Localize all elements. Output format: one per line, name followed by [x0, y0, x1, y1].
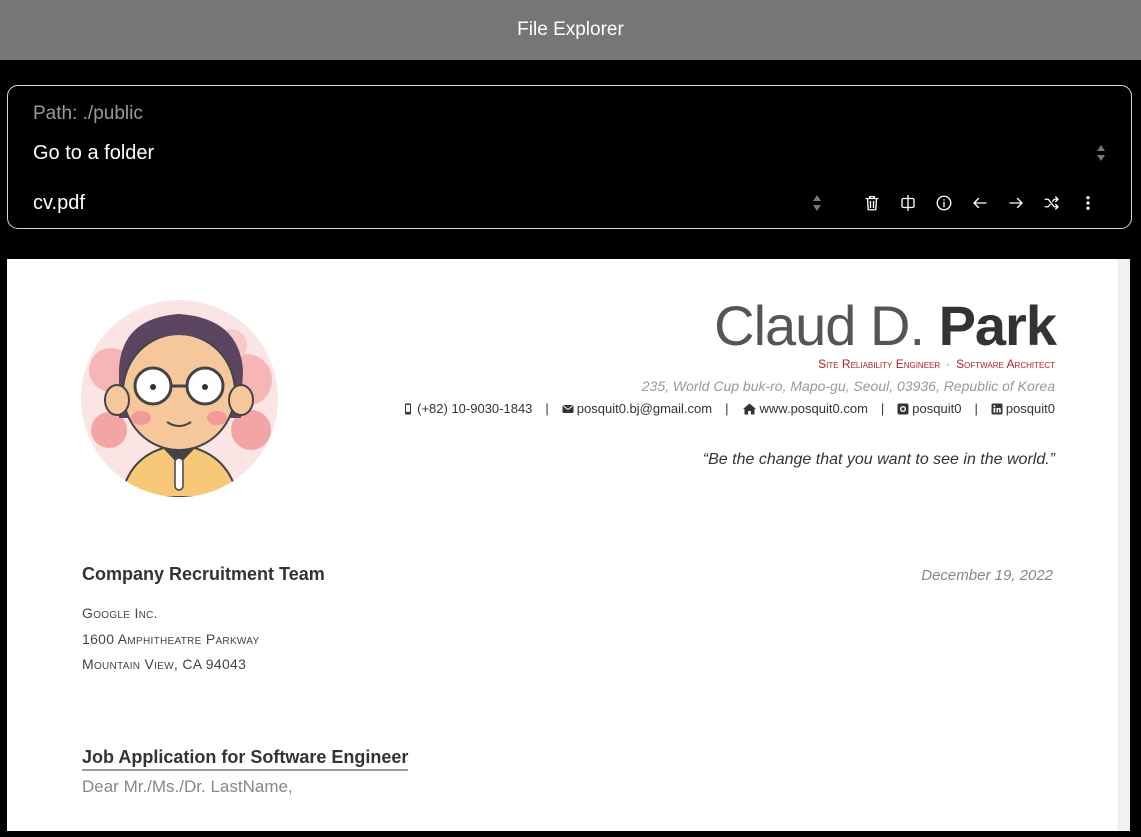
- resume-roles: Site Reliability Engineer · Software Archi…: [818, 357, 1055, 371]
- profile-avatar: [81, 300, 278, 497]
- file-toolbar: [854, 186, 1106, 220]
- letter-greeting: Dear Mr./Ms./Dr. LastName,: [82, 777, 293, 796]
- contact-separator: |: [725, 401, 729, 416]
- split-view-icon: [901, 194, 915, 212]
- contact-separator: |: [880, 401, 885, 416]
- name-first: Claud D.: [714, 294, 939, 357]
- contact-website-text: www.posquit0.com: [759, 401, 868, 416]
- letter-date: December 19, 2022: [921, 567, 1053, 584]
- delete-button[interactable]: [854, 186, 890, 220]
- contact-phone: (+82) 10-9030-1843: [402, 401, 532, 416]
- contact-github[interactable]: posquit0: [897, 401, 961, 416]
- contact-website[interactable]: www.posquit0.com: [742, 401, 868, 416]
- mobile-phone-icon: [405, 403, 412, 414]
- contact-phone-text: (+82) 10-9030-1843: [417, 401, 533, 416]
- resume-name: Claud D. Park: [714, 293, 1057, 358]
- letter-subject: Job Application for Software Engineer: [82, 747, 409, 771]
- contact-email-text: posquit0.bj@gmail.com: [576, 401, 713, 416]
- more-vertical-icon: [1086, 196, 1090, 210]
- recipient-address-line: Google Inc.: [82, 605, 158, 621]
- split-view-button[interactable]: [890, 186, 926, 220]
- github-icon: [897, 403, 909, 414]
- recipient-address-line: 1600 Amphitheatre Parkway: [82, 631, 260, 647]
- letter-recipient: Company Recruitment Team: [82, 564, 325, 584]
- next-button[interactable]: [998, 186, 1034, 220]
- info-button[interactable]: [926, 186, 962, 220]
- viewer-scrollbar[interactable]: [1118, 259, 1130, 831]
- envelope-icon: [562, 404, 574, 413]
- contact-separator: |: [545, 401, 549, 416]
- window-title: File Explorer: [517, 19, 624, 40]
- file-select-row: cv.pdf: [33, 186, 1106, 220]
- previous-button[interactable]: [962, 186, 998, 220]
- contact-linkedin[interactable]: posquit0: [991, 401, 1055, 416]
- shuffle-button[interactable]: [1034, 186, 1070, 220]
- select-arrows-icon[interactable]: [813, 195, 822, 211]
- resume-contacts: (+82) 10-9030-1843 | posquit0.bj@gmail.c…: [402, 401, 1055, 416]
- folder-select[interactable]: Go to a folder: [33, 136, 1106, 170]
- window-titlebar: File Explorer: [0, 0, 1141, 60]
- arrow-left-icon: [973, 197, 987, 209]
- select-arrows-icon: [1097, 145, 1106, 161]
- role-primary: Site Reliability Engineer: [818, 357, 941, 371]
- linkedin-icon: [991, 403, 1003, 414]
- arrow-right-icon: [1009, 197, 1023, 209]
- explorer-panel: Path: ./public Go to a folder cv.pdf: [7, 85, 1132, 229]
- path-label: Path: ./public: [33, 103, 143, 124]
- home-icon: [742, 403, 756, 414]
- contact-email[interactable]: posquit0.bj@gmail.com: [562, 401, 712, 416]
- folder-select-value: Go to a folder: [33, 141, 155, 164]
- name-last: Park: [938, 294, 1057, 357]
- role-secondary: Software Architect: [956, 357, 1055, 371]
- resume-quote: “Be the change that you want to see in t…: [702, 451, 1055, 468]
- pdf-viewer[interactable]: Claud D. Park Site Reliability Engineer ·…: [7, 259, 1130, 831]
- contact-linkedin-text: posquit0: [1005, 401, 1055, 416]
- info-icon: [936, 195, 952, 211]
- contact-separator: |: [974, 401, 978, 416]
- trash-icon: [865, 195, 879, 211]
- contact-github-text: posquit0: [912, 401, 962, 416]
- role-separator: ·: [946, 357, 951, 371]
- more-options-button[interactable]: [1070, 186, 1106, 220]
- recipient-address-line: Mountain View, CA 94043: [82, 656, 247, 672]
- resume-address: 235, World Cup buk-ro, Mapo-gu, Seoul, 0…: [641, 378, 1055, 394]
- shuffle-icon: [1044, 196, 1059, 210]
